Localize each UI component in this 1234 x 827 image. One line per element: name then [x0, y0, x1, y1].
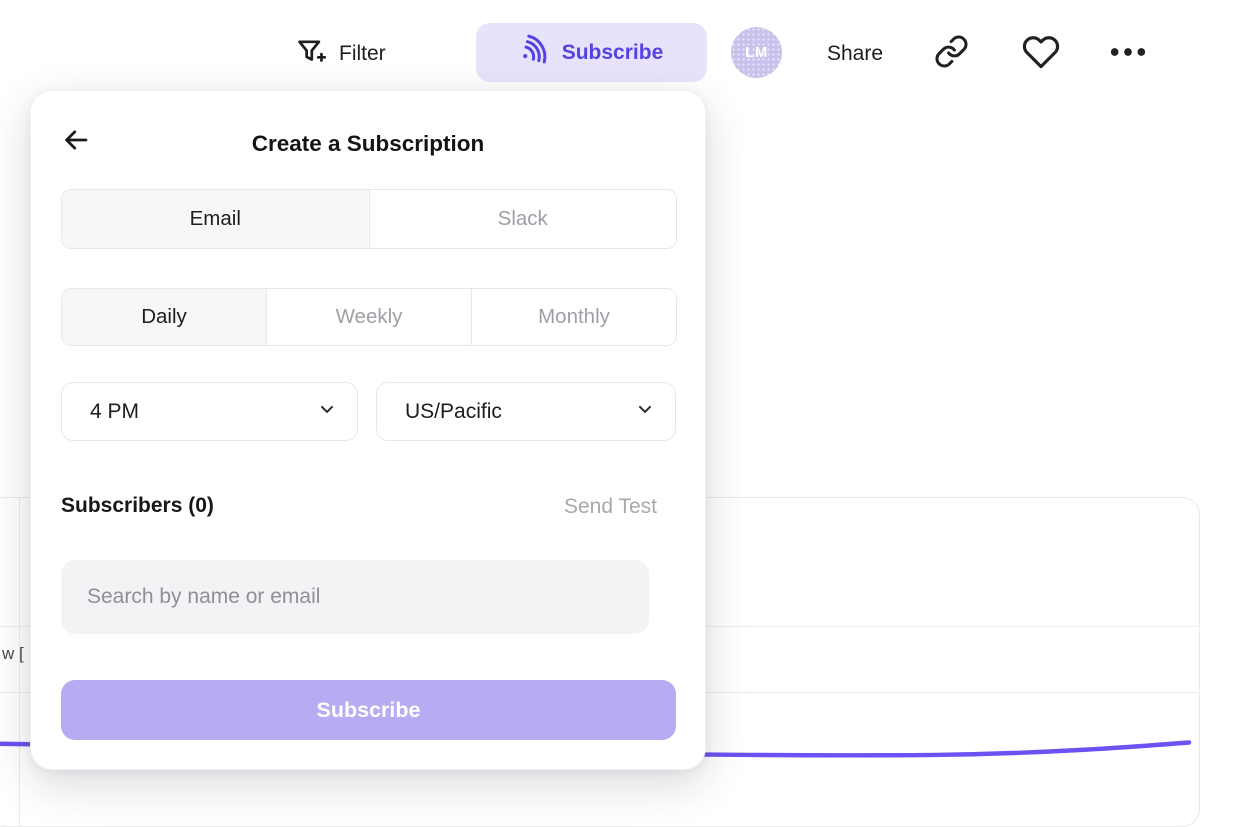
ellipsis-icon — [1108, 32, 1148, 77]
timezone-select[interactable]: US/Pacific — [376, 382, 676, 441]
subscribe-label: Subscribe — [562, 41, 664, 65]
tab-monthly[interactable]: Monthly — [471, 289, 676, 345]
tab-slack[interactable]: Slack — [369, 190, 677, 248]
avatar[interactable]: LM — [731, 27, 782, 78]
share-button[interactable]: Share — [827, 31, 883, 77]
modal-subscribe-button[interactable]: Subscribe — [61, 680, 676, 740]
filter-label: Filter — [339, 42, 386, 66]
filter-plus-icon — [295, 36, 326, 73]
subscribe-button[interactable]: Subscribe — [476, 23, 707, 82]
filter-button[interactable]: Filter — [295, 31, 386, 77]
avatar-initials: LM — [745, 44, 768, 61]
rss-icon — [520, 35, 550, 71]
more-menu-button[interactable] — [1108, 31, 1148, 77]
tab-daily[interactable]: Daily — [62, 289, 266, 345]
channel-tabs: Email Slack — [61, 189, 677, 249]
favorite-button[interactable] — [1022, 31, 1060, 77]
create-subscription-modal: Create a Subscription Email Slack Daily … — [30, 90, 706, 770]
modal-title: Create a Subscription — [31, 131, 705, 157]
tab-weekly[interactable]: Weekly — [266, 289, 471, 345]
link-icon — [934, 34, 969, 74]
copy-link-button[interactable] — [934, 31, 969, 77]
heart-icon — [1022, 33, 1060, 76]
send-test-button[interactable]: Send Test — [564, 495, 657, 519]
tab-email[interactable]: Email — [62, 190, 369, 248]
subscriber-search-input[interactable] — [61, 560, 649, 634]
timezone-select-value: US/Pacific — [405, 400, 502, 424]
frequency-tabs: Daily Weekly Monthly — [61, 288, 677, 346]
chevron-down-icon — [635, 399, 655, 425]
subscribers-count-label: Subscribers (0) — [61, 494, 214, 518]
chevron-down-icon — [317, 399, 337, 425]
share-label: Share — [827, 42, 883, 66]
time-select-value: 4 PM — [90, 400, 139, 424]
occluded-background-text: w [ — [2, 644, 24, 664]
time-select[interactable]: 4 PM — [61, 382, 358, 441]
